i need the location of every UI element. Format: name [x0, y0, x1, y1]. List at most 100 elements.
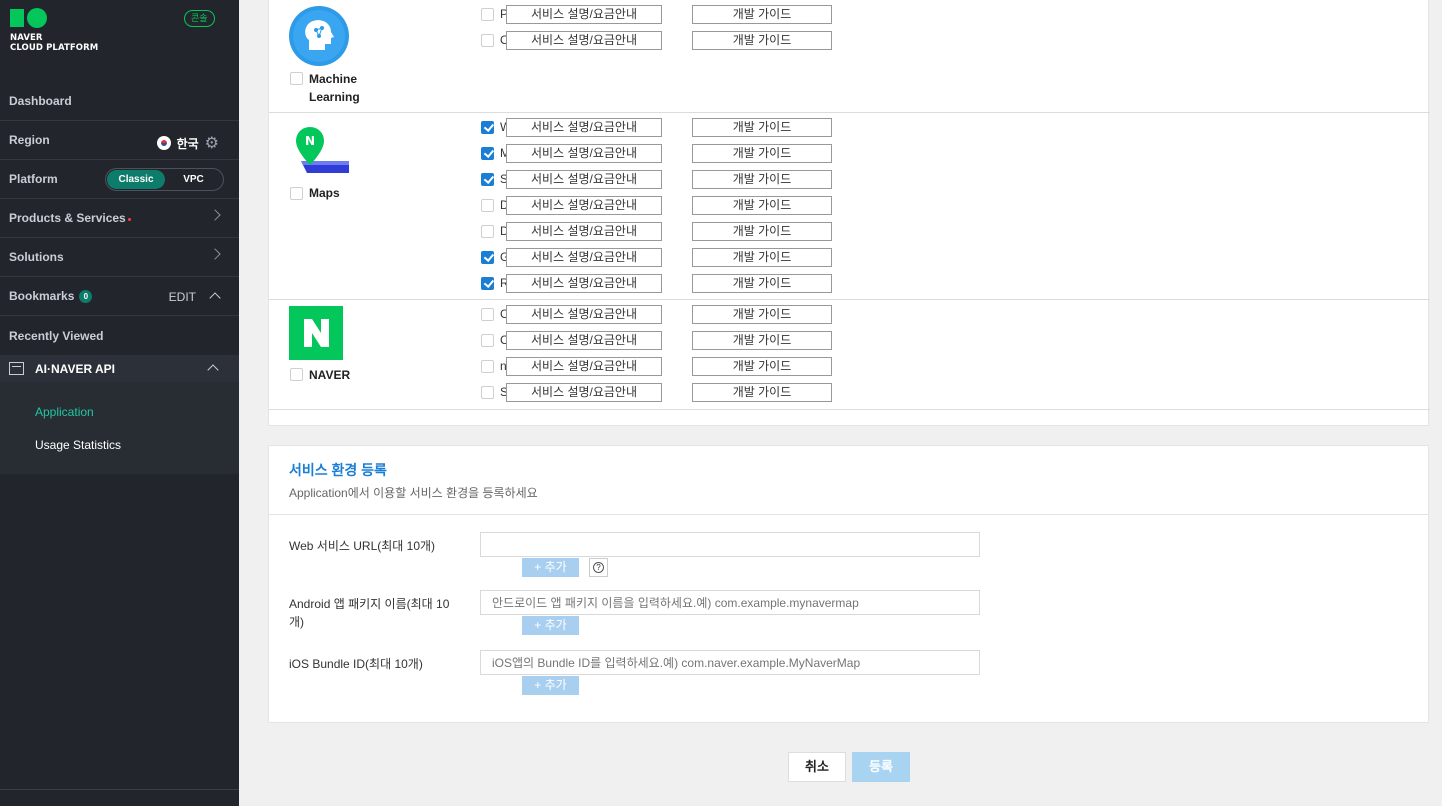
- dev-guide-button[interactable]: 개발 가이드: [692, 118, 832, 137]
- service-description-button[interactable]: 서비스 설명/요금안내: [506, 5, 662, 24]
- env-form-divider: [269, 514, 1428, 515]
- service-description-button[interactable]: 서비스 설명/요금안내: [506, 305, 662, 324]
- svg-text:N: N: [305, 134, 315, 148]
- help-icon[interactable]: ?: [589, 558, 608, 577]
- dev-guide-button[interactable]: 개발 가이드: [692, 305, 832, 324]
- service-description-button[interactable]: 서비스 설명/요금안내: [506, 383, 662, 402]
- api-calendar-icon: [9, 362, 24, 375]
- bookmarks-count-badge: 0: [79, 289, 93, 303]
- service-checkbox[interactable]: [481, 224, 494, 238]
- service-checkbox[interactable]: [481, 198, 494, 212]
- naver-icon: [289, 306, 343, 360]
- web-url-label: Web 서비스 URL(최대 10개): [289, 539, 436, 553]
- logo-line1: NAVER: [10, 33, 43, 43]
- ios-bundle-add-button[interactable]: + 추가: [522, 676, 579, 695]
- service-env-panel: 서비스 환경 등록 Application에서 이용할 서비스 환경을 등록하세…: [268, 445, 1429, 723]
- nav-solutions[interactable]: Solutions: [0, 238, 239, 277]
- naver-cloud-logo[interactable]: NAVER CLOUD PLATFORM: [10, 8, 99, 53]
- service-description-button[interactable]: 서비스 설명/요금안내: [506, 196, 662, 215]
- logo-mark-icon: [10, 8, 98, 28]
- sub-item-application[interactable]: Application: [35, 405, 94, 419]
- dev-guide-button[interactable]: 개발 가이드: [692, 196, 832, 215]
- android-package-input[interactable]: [480, 590, 980, 615]
- ios-bundle-label: iOS Bundle ID(최대 10개): [289, 657, 423, 671]
- service-checkbox[interactable]: [481, 307, 494, 321]
- service-checkbox[interactable]: [481, 333, 494, 347]
- dev-guide-button[interactable]: 개발 가이드: [692, 144, 832, 163]
- dev-guide-button[interactable]: 개발 가이드: [692, 248, 832, 267]
- service-checkbox[interactable]: [481, 359, 494, 373]
- dev-guide-button[interactable]: 개발 가이드: [692, 357, 832, 376]
- nav-dashboard-label: Dashboard: [9, 94, 72, 108]
- service-description-button[interactable]: 서비스 설명/요금안내: [506, 274, 662, 293]
- sub-item-usage-statistics[interactable]: Usage Statistics: [35, 438, 121, 452]
- group-label-naver: NAVER: [309, 368, 351, 382]
- nav-region[interactable]: Region 한국 ⚙: [0, 121, 239, 160]
- dev-guide-button[interactable]: 개발 가이드: [692, 383, 832, 402]
- cancel-button[interactable]: 취소: [788, 752, 846, 782]
- nav-products-label: Products & Services: [9, 211, 126, 225]
- env-form-title: 서비스 환경 등록: [289, 462, 387, 478]
- web-url-add-button[interactable]: + 추가: [522, 558, 579, 577]
- service-description-button[interactable]: 서비스 설명/요금안내: [506, 331, 662, 350]
- platform-toggle[interactable]: Classic VPC: [105, 168, 224, 191]
- nav-region-label: Region: [9, 133, 50, 147]
- nav-dashboard[interactable]: Dashboard: [0, 82, 239, 121]
- ios-bundle-input[interactable]: [480, 650, 980, 675]
- group-label-machine-learning: Machine Learning: [309, 72, 360, 104]
- dev-guide-button[interactable]: 개발 가이드: [692, 222, 832, 241]
- nav-recently-viewed[interactable]: Recently Viewed: [0, 316, 239, 355]
- chevron-up-icon[interactable]: [207, 364, 219, 376]
- console-badge[interactable]: 콘솔: [184, 10, 215, 27]
- group-checkbox-maps[interactable]: [290, 187, 303, 200]
- nav-solutions-label: Solutions: [9, 250, 64, 264]
- region-value[interactable]: 한국: [177, 135, 199, 152]
- nav-products-services[interactable]: Products & Services: [0, 199, 239, 238]
- dev-guide-button[interactable]: 개발 가이드: [692, 170, 832, 189]
- service-group-machine-learning: Machine Learning Pose Estimation 서비스 설명/…: [269, 0, 1430, 113]
- service-checkbox[interactable]: [481, 250, 494, 264]
- nav-platform-label: Platform: [9, 172, 58, 186]
- android-package-add-button[interactable]: + 추가: [522, 616, 579, 635]
- service-description-button[interactable]: 서비스 설명/요금안내: [506, 118, 662, 137]
- chevron-up-icon[interactable]: [209, 292, 221, 304]
- service-checkbox[interactable]: [481, 146, 494, 160]
- service-checkbox[interactable]: [481, 120, 494, 134]
- bookmarks-edit-link[interactable]: EDIT: [169, 290, 196, 304]
- nav-ai-naver-api[interactable]: AI·NAVER API: [0, 355, 239, 382]
- service-selection-panel: Machine Learning Pose Estimation 서비스 설명/…: [268, 0, 1430, 426]
- dev-guide-button[interactable]: 개발 가이드: [692, 274, 832, 293]
- service-checkbox[interactable]: [481, 33, 494, 47]
- dev-guide-button[interactable]: 개발 가이드: [692, 5, 832, 24]
- machine-learning-icon: [289, 6, 349, 66]
- service-description-button[interactable]: 서비스 설명/요금안내: [506, 170, 662, 189]
- service-group-maps: N Maps Web Dynamic Map 서비스 설명/요금안내 개발 가이…: [269, 113, 1430, 300]
- service-checkbox[interactable]: [481, 276, 494, 290]
- platform-vpc-option[interactable]: VPC: [165, 174, 222, 185]
- group-checkbox-naver[interactable]: [290, 368, 303, 381]
- service-description-button[interactable]: 서비스 설명/요금안내: [506, 222, 662, 241]
- dev-guide-button[interactable]: 개발 가이드: [692, 331, 832, 350]
- korea-flag-icon: [156, 136, 171, 150]
- service-checkbox[interactable]: [481, 385, 494, 399]
- gear-icon[interactable]: ⚙: [205, 133, 219, 153]
- sidebar-divider: [0, 789, 239, 790]
- dev-guide-button[interactable]: 개발 가이드: [692, 31, 832, 50]
- service-description-button[interactable]: 서비스 설명/요금안내: [506, 248, 662, 267]
- service-description-button[interactable]: 서비스 설명/요금안내: [506, 31, 662, 50]
- service-checkbox[interactable]: [481, 172, 494, 186]
- service-description-button[interactable]: 서비스 설명/요금안내: [506, 144, 662, 163]
- nav-api-label: AI·NAVER API: [35, 361, 116, 376]
- android-package-label: Android 앱 패키지 이름(최대 10개): [289, 597, 450, 629]
- group-label-maps: Maps: [309, 186, 340, 200]
- service-description-button[interactable]: 서비스 설명/요금안내: [506, 357, 662, 376]
- platform-classic-option[interactable]: Classic: [107, 170, 165, 189]
- web-url-input[interactable]: [480, 532, 980, 557]
- service-checkbox[interactable]: [481, 7, 494, 21]
- chevron-right-icon: [209, 209, 221, 221]
- logo-line2: CLOUD PLATFORM: [10, 43, 99, 53]
- group-checkbox-machine-learning[interactable]: [290, 72, 303, 85]
- submit-button[interactable]: 등록: [852, 752, 910, 782]
- nav-bookmarks[interactable]: Bookmarks 0 EDIT: [0, 277, 239, 316]
- maps-icon: N: [296, 127, 349, 173]
